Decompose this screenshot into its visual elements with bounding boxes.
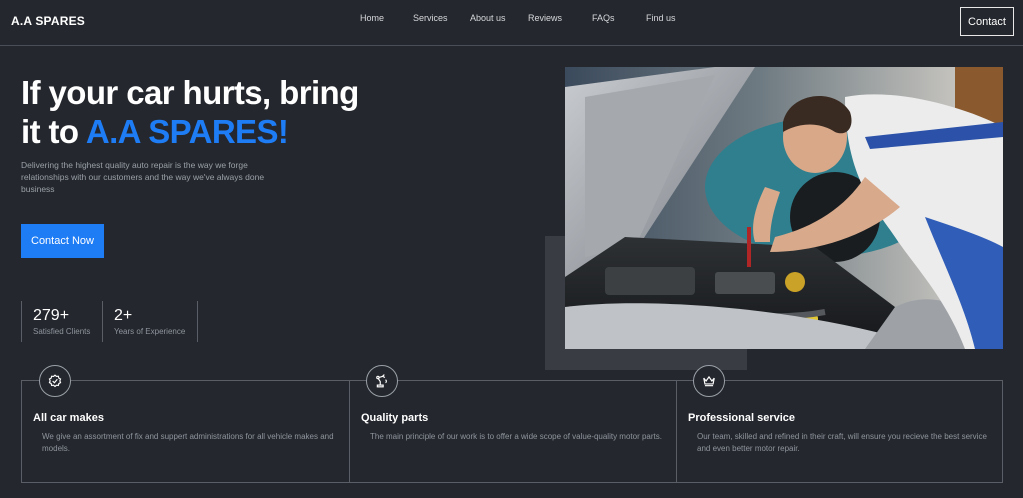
feature-description: The main principle of our work is to off… [370,432,662,441]
nav-link-find-us[interactable]: Find us [646,13,676,23]
contact-button[interactable]: Contact [960,7,1014,36]
nav-link-services[interactable]: Services [413,13,448,23]
hero-title: If your car hurts, bring it to A.A SPARE… [21,73,401,151]
hero-title-prefix: it to [21,113,79,150]
feature-quality-parts: Quality parts The main principle of our … [349,365,676,482]
feature-title: All car makes [33,412,104,424]
nav-link-reviews[interactable]: Reviews [528,13,562,23]
top-nav: A.A SPARES Home Services About us Review… [0,0,1023,46]
hero-subtitle: Delivering the highest quality auto repa… [21,160,265,194]
crown-icon [693,365,725,397]
nav-link-home[interactable]: Home [360,13,384,23]
nav-links: Home Services About us Reviews FAQs Find… [0,13,1023,27]
stat-value: 279+ [33,307,70,324]
stat-experience: 2+ Years of Experience [102,301,198,342]
stat-label: Years of Experience [114,327,186,336]
feature-professional-service: Professional service Our team, skilled a… [676,365,1002,482]
feature-title: Quality parts [361,412,429,424]
hero-title-line1: If your car hurts, bring [21,74,359,111]
feature-title: Professional service [688,412,796,424]
feature-all-car-makes: All car makes We give an assortment of f… [22,365,349,482]
nav-link-faqs[interactable]: FAQs [592,13,615,23]
contact-now-button[interactable]: Contact Now [21,224,104,258]
feature-description: Our team, skilled and refined in their c… [697,432,987,453]
hero-title-accent: A.A SPARES! [85,113,289,150]
hero-photo-mechanic [565,67,1003,349]
stat-clients: 279+ Satisfied Clients [21,301,102,342]
nav-link-about[interactable]: About us [470,13,506,23]
feature-description: We give an assortment of fix and suppert… [42,432,334,453]
stat-label: Satisfied Clients [33,327,91,336]
badge-check-icon [39,365,71,397]
stat-value: 2+ [114,307,133,324]
landing-page: A.A SPARES Home Services About us Review… [0,0,1023,498]
features-panel: All car makes We give an assortment of f… [21,365,1003,483]
robot-arm-icon [366,365,398,397]
